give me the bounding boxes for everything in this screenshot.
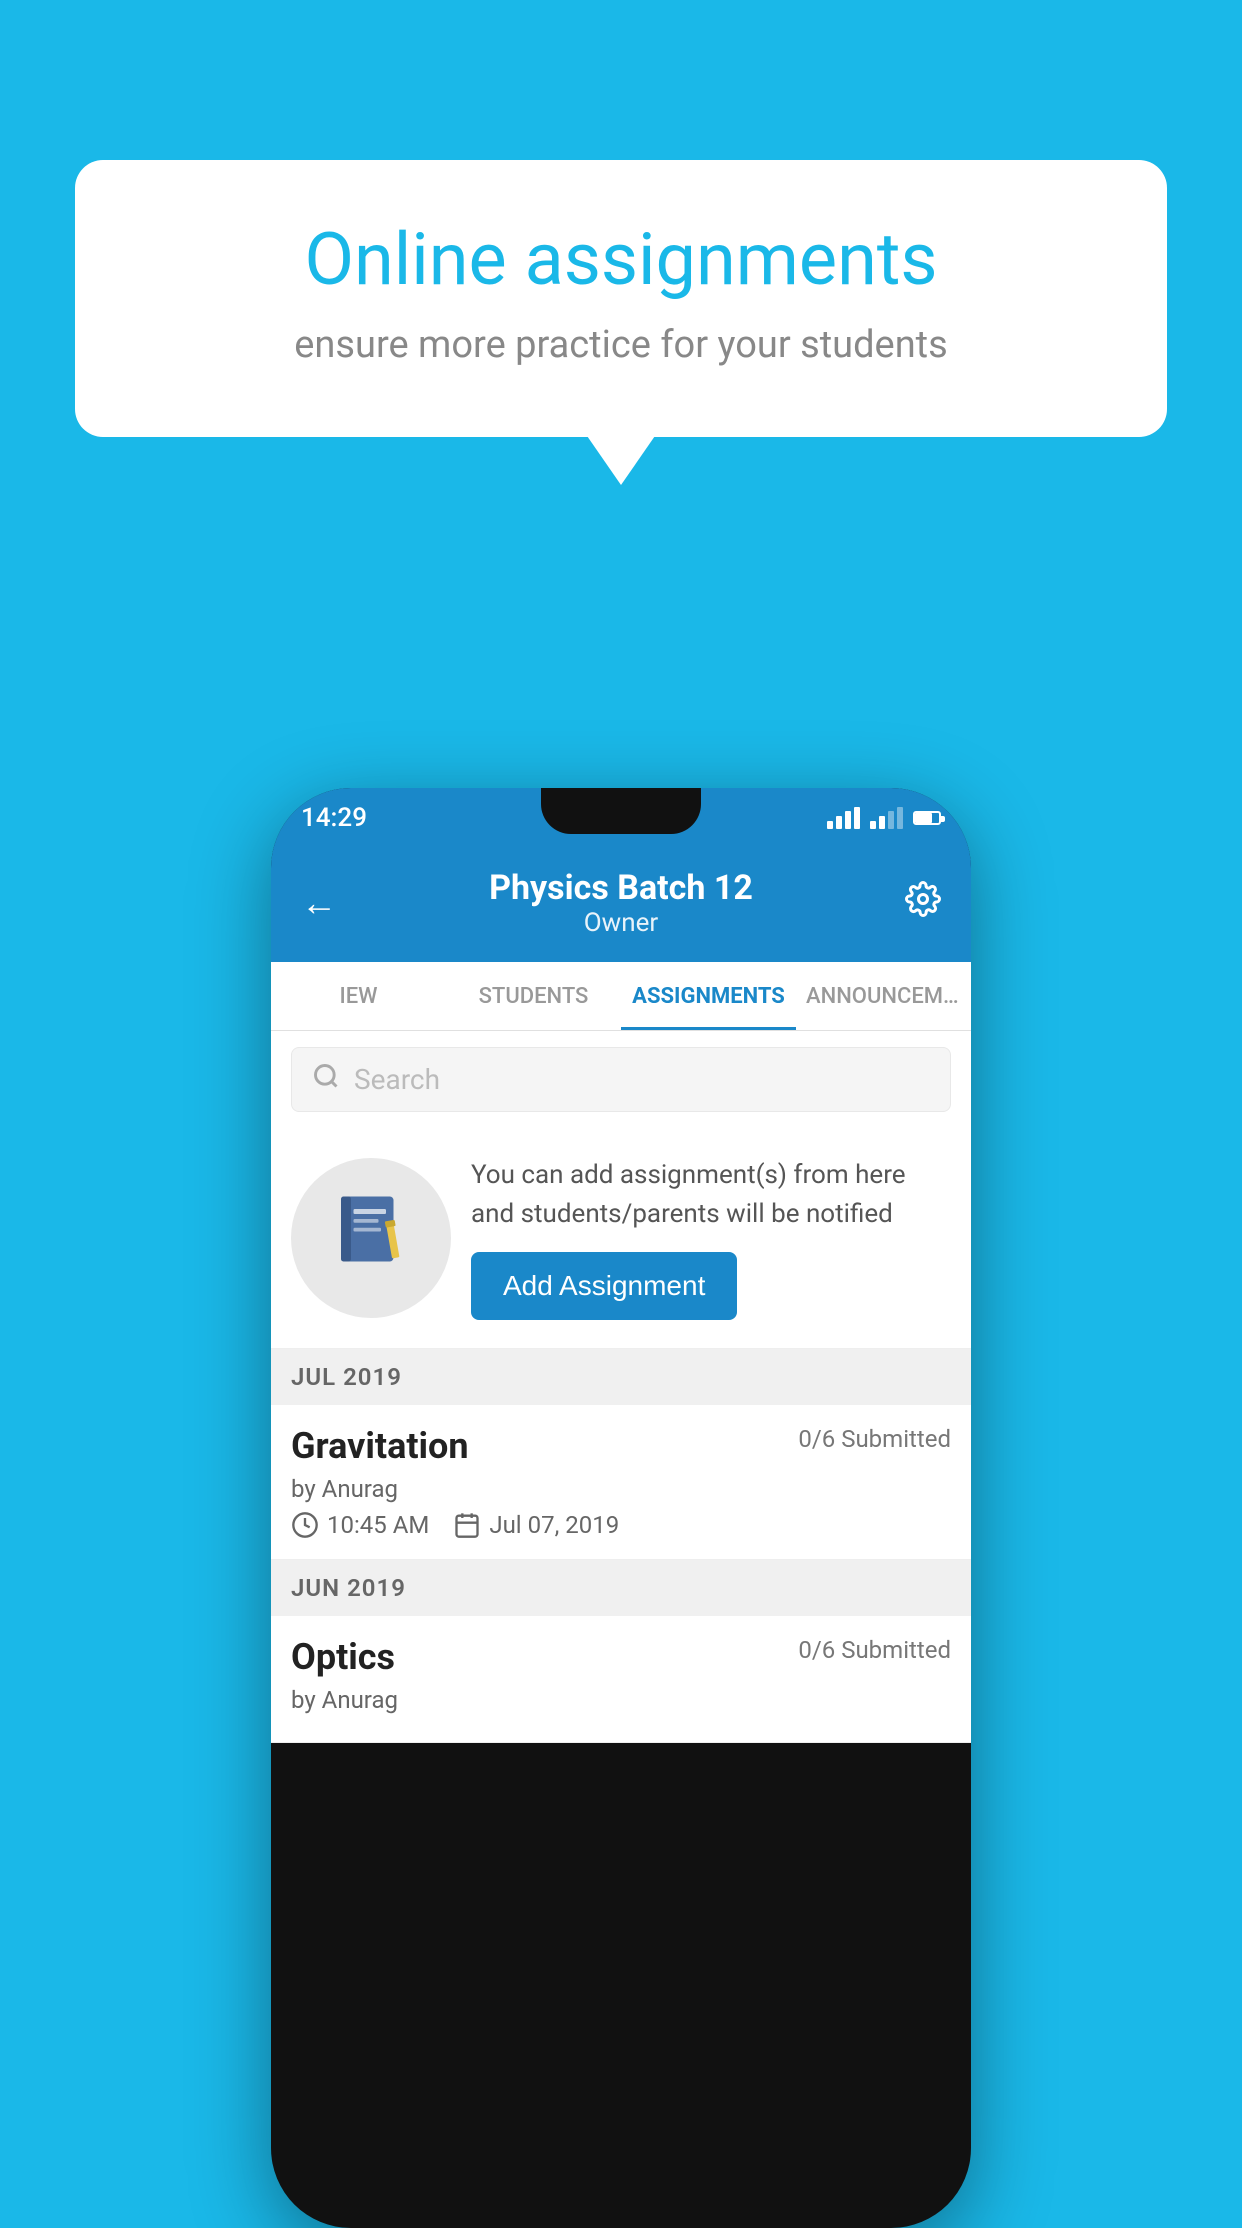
search-container: Search (271, 1031, 971, 1128)
tab-iew[interactable]: IEW (271, 962, 446, 1030)
assignment-item-optics[interactable]: Optics 0/6 Submitted by Anurag (271, 1616, 971, 1743)
assignment-name-optics: Optics (291, 1636, 395, 1678)
phone-frame: 14:29 ← Physics (271, 788, 971, 2228)
status-time: 14:29 (301, 803, 367, 833)
tab-announcements[interactable]: ANNOUNCEMEN (796, 962, 971, 1030)
phone-content: Search You can ad (271, 1031, 971, 1743)
tab-assignments[interactable]: ASSIGNMENTS (621, 962, 796, 1030)
assignment-name: Gravitation (291, 1425, 469, 1467)
promo-icon-circle (291, 1158, 451, 1318)
assignment-item-gravitation[interactable]: Gravitation 0/6 Submitted by Anurag 10:4… (271, 1405, 971, 1560)
assignment-author: by Anurag (291, 1475, 951, 1503)
notch (541, 788, 701, 834)
search-input[interactable]: Search (354, 1063, 440, 1096)
back-button[interactable]: ← (301, 882, 337, 924)
assignment-status: 0/6 Submitted (798, 1425, 951, 1453)
status-bar: 14:29 (271, 788, 971, 848)
app-header: ← Physics Batch 12 Owner (271, 848, 971, 962)
battery-icon (913, 811, 941, 825)
status-icons (827, 807, 941, 829)
search-bar[interactable]: Search (291, 1047, 951, 1112)
promo-text-area: You can add assignment(s) from here and … (471, 1156, 951, 1320)
settings-button[interactable] (905, 881, 941, 926)
tab-bar: IEW STUDENTS ASSIGNMENTS ANNOUNCEMEN (271, 962, 971, 1031)
section-header-jul: JUL 2019 (271, 1349, 971, 1405)
assignment-top-row-optics: Optics 0/6 Submitted (291, 1636, 951, 1678)
speech-bubble-container: Online assignments ensure more practice … (75, 160, 1167, 437)
speech-bubble: Online assignments ensure more practice … (75, 160, 1167, 437)
assignment-author-optics: by Anurag (291, 1686, 951, 1714)
promo-description: You can add assignment(s) from here and … (471, 1156, 951, 1234)
notebook-icon (331, 1189, 411, 1287)
tab-students[interactable]: STUDENTS (446, 962, 621, 1030)
section-header-jun: JUN 2019 (271, 1560, 971, 1616)
signal-icon (870, 807, 903, 829)
promo-section: You can add assignment(s) from here and … (271, 1128, 971, 1349)
assignment-time: 10:45 AM (291, 1511, 429, 1539)
add-assignment-button[interactable]: Add Assignment (471, 1252, 737, 1320)
search-icon (312, 1062, 340, 1097)
assignment-date: Jul 07, 2019 (453, 1511, 619, 1539)
assignment-meta: 10:45 AM Jul 07, 2019 (291, 1511, 951, 1539)
header-title: Physics Batch 12 (489, 868, 753, 908)
wifi-icon (827, 807, 860, 829)
assignment-top-row: Gravitation 0/6 Submitted (291, 1425, 951, 1467)
bubble-title: Online assignments (155, 220, 1087, 299)
header-center: Physics Batch 12 Owner (489, 868, 753, 938)
header-subtitle: Owner (489, 908, 753, 938)
bubble-subtitle: ensure more practice for your students (155, 323, 1087, 367)
assignment-status-optics: 0/6 Submitted (798, 1636, 951, 1664)
